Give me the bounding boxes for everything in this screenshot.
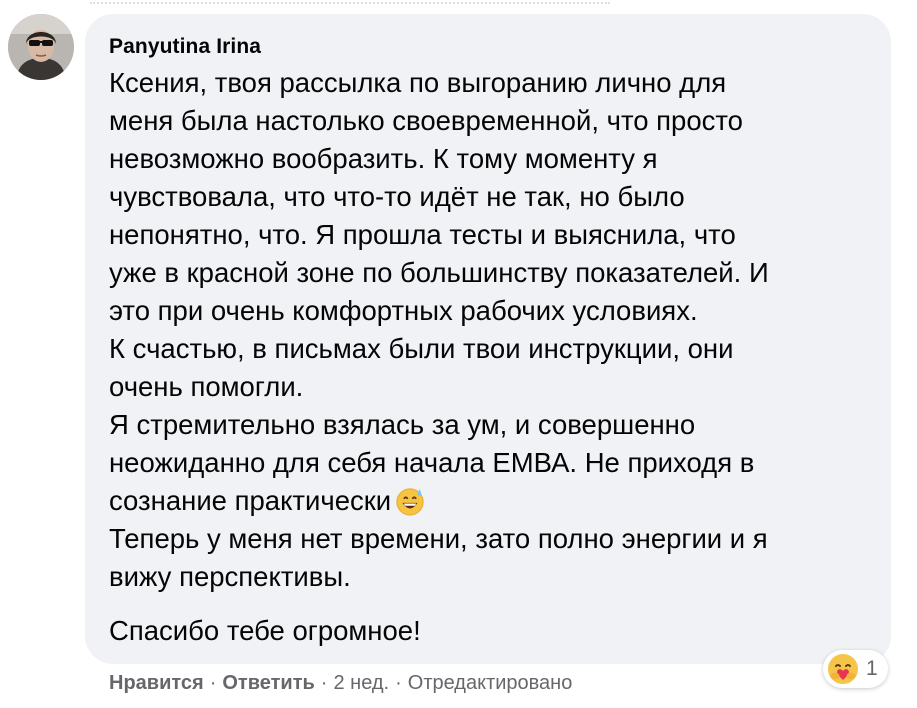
comment-text: Ксения, твоя рассылка по выгоранию лично…	[109, 64, 879, 650]
avatar[interactable]	[8, 14, 74, 80]
comment-line: это при очень комфортных рабочих условия…	[109, 295, 698, 326]
comment-line: меня была настолько своевременной, что п…	[109, 105, 743, 136]
grinning-face-with-sweat-icon	[396, 488, 424, 516]
comment-line: Теперь у меня нет времени, зато полно эн…	[109, 523, 768, 554]
comment-line: неожиданно для себя начала ЕМВА. Не прих…	[109, 447, 755, 478]
comment-line: Спасибо тебе огромное!	[109, 615, 421, 646]
comment-author[interactable]: Panyutina Irina	[109, 35, 261, 59]
comment-line-text: сознание практически	[109, 485, 392, 516]
comment-view: Panyutina Irina Ксения, твоя рассылка по…	[0, 0, 917, 708]
separator-dot: ·	[395, 672, 402, 694]
comment-line: уже в красной зоне по большинству показа…	[109, 257, 769, 288]
comment-line: вижу перспективы.	[109, 561, 351, 592]
comment-line: непонятно, что. Я прошла тесты и выяснил…	[109, 219, 736, 250]
comment-actions: Нравится · Ответить · 2 нед. · Отредактировано	[109, 672, 572, 695]
like-link[interactable]: Нравится	[109, 672, 204, 694]
comment-line-with-emoji: сознание практически	[109, 482, 879, 520]
reply-link[interactable]: Ответить	[222, 672, 314, 694]
separator-dot: ·	[209, 672, 217, 694]
comment-line: невозможно вообразить. К тому моменту я	[109, 143, 658, 174]
comment-line: Ксения, твоя рассылка по выгоранию лично…	[109, 67, 727, 98]
reactions-summary[interactable]: 1	[823, 650, 888, 688]
avatar-photo	[8, 14, 74, 80]
comment-line: Я стремительно взялась за ум, и совершен…	[109, 409, 696, 440]
comment-line: К счастью, в письмах были твои инструкци…	[109, 333, 734, 364]
comment-line: очень помогли.	[109, 371, 304, 402]
reaction-count: 1	[866, 657, 878, 680]
timestamp-link[interactable]: 2 нед.	[333, 672, 389, 694]
edited-label[interactable]: Отредактировано	[408, 672, 573, 694]
care-hug-icon	[826, 652, 860, 686]
separator-dot: ·	[320, 672, 328, 694]
comment-line: чувствовала, что что-то идёт не так, но …	[109, 181, 685, 212]
previous-comment-edge	[90, 0, 610, 4]
